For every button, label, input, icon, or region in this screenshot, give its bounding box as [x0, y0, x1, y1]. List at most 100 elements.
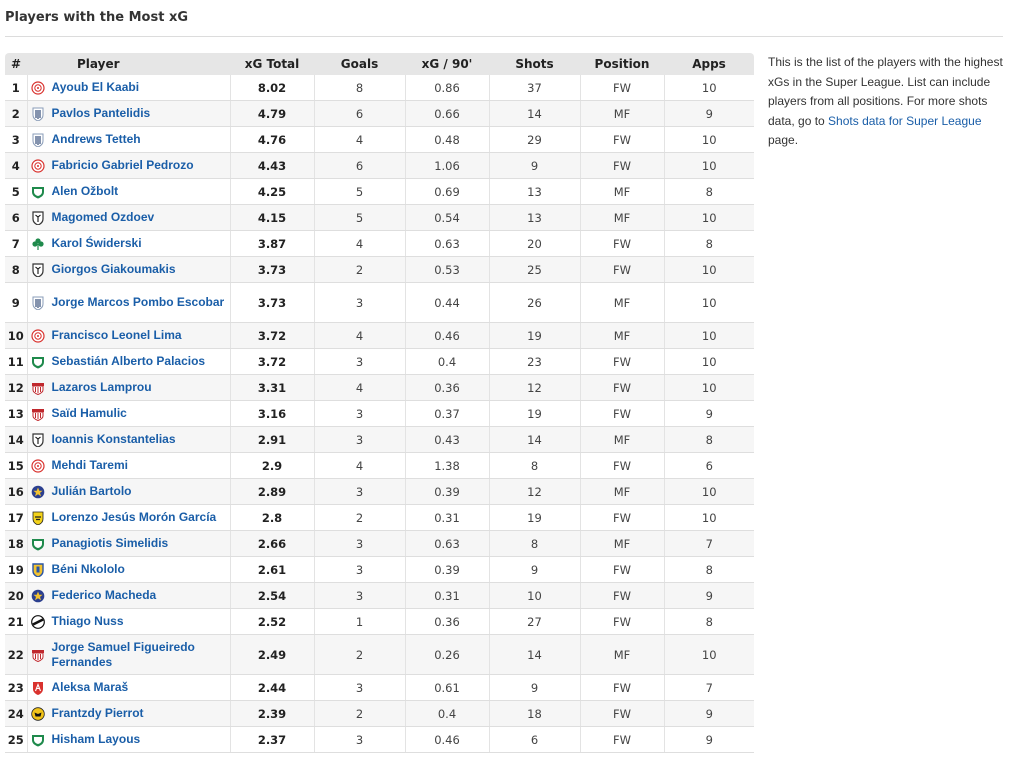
- header-xg-total[interactable]: xG Total: [230, 53, 314, 75]
- olympiacos-icon: [28, 328, 48, 344]
- goals-cell: 4: [314, 374, 406, 401]
- player-link[interactable]: Ioannis Konstantelias: [52, 432, 176, 447]
- position-cell: MF: [580, 478, 665, 505]
- apps-cell: 8: [664, 230, 754, 257]
- sidebar-text-after: page.: [768, 133, 799, 147]
- player-cell: Frantzdy Pierrot: [27, 700, 231, 727]
- goals-cell: 3: [314, 582, 406, 609]
- xg-per-90-cell: 1.38: [405, 452, 490, 479]
- header-xg-per-90[interactable]: xG / 90': [405, 53, 489, 75]
- player-cell: Hisham Layous: [27, 726, 231, 753]
- apps-cell: 10: [664, 256, 754, 283]
- player-link[interactable]: Francisco Leonel Lima: [52, 328, 182, 343]
- rank-cell: 25: [5, 726, 28, 753]
- player-link[interactable]: Frantzdy Pierrot: [52, 706, 144, 721]
- goals-cell: 2: [314, 504, 406, 531]
- shots-cell: 26: [489, 282, 581, 323]
- table-row: 21 Thiago Nuss 2.52 1 0.36 27 FW 8: [5, 608, 754, 635]
- shots-cell: 29: [489, 126, 581, 153]
- rank-cell: 21: [5, 608, 28, 635]
- goals-cell: 1: [314, 608, 406, 635]
- goals-cell: 4: [314, 230, 406, 257]
- rank-cell: 2: [5, 100, 28, 127]
- xg-total-cell: 4.25: [230, 178, 315, 205]
- shots-cell: 8: [489, 530, 581, 557]
- table-row: 5 Alen Ožbolt 4.25 5 0.69 13 MF 8: [5, 178, 754, 205]
- player-link[interactable]: Thiago Nuss: [52, 614, 124, 629]
- volos-icon: [28, 380, 48, 396]
- player-cell: Federico Macheda: [27, 582, 231, 609]
- player-cell: Panagiotis Simelidis: [27, 530, 231, 557]
- header-shots[interactable]: Shots: [489, 53, 580, 75]
- apps-cell: 10: [664, 348, 754, 375]
- xg-total-cell: 2.61: [230, 556, 315, 583]
- xg-total-cell: 2.54: [230, 582, 315, 609]
- goals-cell: 3: [314, 556, 406, 583]
- xg-total-cell: 3.72: [230, 348, 315, 375]
- player-link[interactable]: Magomed Ozdoev: [52, 210, 155, 225]
- player-cell: Magomed Ozdoev: [27, 204, 231, 231]
- player-link[interactable]: Panagiotis Simelidis: [52, 536, 169, 551]
- player-cell: Francisco Leonel Lima: [27, 322, 231, 349]
- player-link[interactable]: Pavlos Pantelidis: [52, 106, 151, 121]
- volos-icon: [28, 647, 48, 663]
- player-link[interactable]: Giorgos Giakoumakis: [52, 262, 176, 277]
- header-position[interactable]: Position: [580, 53, 664, 75]
- player-link[interactable]: Julián Bartolo: [52, 484, 132, 499]
- apps-cell: 10: [664, 204, 754, 231]
- player-link[interactable]: Karol Świderski: [52, 236, 142, 251]
- player-cell: Karol Świderski: [27, 230, 231, 257]
- xg-total-cell: 2.91: [230, 426, 315, 453]
- player-cell: Julián Bartolo: [27, 478, 231, 505]
- rank-cell: 16: [5, 478, 28, 505]
- player-link[interactable]: Jorge Marcos Pombo Escobar: [52, 295, 225, 310]
- player-link[interactable]: Sebastián Alberto Palacios: [52, 354, 206, 369]
- header-rank[interactable]: #: [5, 53, 27, 75]
- xg-per-90-cell: 0.4: [405, 348, 490, 375]
- xg-per-90-cell: 0.66: [405, 100, 490, 127]
- player-link[interactable]: Lorenzo Jesús Morón García: [52, 510, 217, 525]
- apps-cell: 10: [664, 634, 754, 675]
- shots-cell: 9: [489, 674, 581, 701]
- player-link[interactable]: Lazaros Lamprou: [52, 380, 152, 395]
- table-body: 1 Ayoub El Kaabi 8.02 8 0.86 37 FW 10 2 Pavlos Pa…: [5, 75, 754, 753]
- xg-total-cell: 2.37: [230, 726, 315, 753]
- header-player[interactable]: Player: [27, 53, 230, 75]
- xg-total-cell: 3.31: [230, 374, 315, 401]
- player-link[interactable]: Fabricio Gabriel Pedrozo: [52, 158, 194, 173]
- player-cell: Pavlos Pantelidis: [27, 100, 231, 127]
- position-cell: FW: [580, 452, 665, 479]
- player-link[interactable]: Béni Nkololo: [52, 562, 125, 577]
- apps-cell: 9: [664, 400, 754, 427]
- xg-total-cell: 3.73: [230, 256, 315, 283]
- player-link[interactable]: Ayoub El Kaabi: [52, 80, 140, 95]
- shots-cell: 14: [489, 426, 581, 453]
- player-cell: Fabricio Gabriel Pedrozo: [27, 152, 231, 179]
- rank-cell: 12: [5, 374, 28, 401]
- player-cell: Lazaros Lamprou: [27, 374, 231, 401]
- goals-cell: 6: [314, 152, 406, 179]
- shots-cell: 12: [489, 478, 581, 505]
- table-row: 24 Frantzdy Pierrot 2.39 2 0.4 18 FW 9: [5, 700, 754, 727]
- rank-cell: 20: [5, 582, 28, 609]
- header-goals[interactable]: Goals: [314, 53, 405, 75]
- rank-cell: 24: [5, 700, 28, 727]
- position-cell: FW: [580, 674, 665, 701]
- player-link[interactable]: Hisham Layous: [52, 732, 141, 747]
- shots-cell: 27: [489, 608, 581, 635]
- player-link[interactable]: Federico Macheda: [52, 588, 157, 603]
- player-link[interactable]: Andrews Tetteh: [52, 132, 141, 147]
- shots-cell: 8: [489, 452, 581, 479]
- header-apps[interactable]: Apps: [664, 53, 754, 75]
- player-link[interactable]: Aleksa Maraš: [52, 680, 129, 695]
- player-cell: Lorenzo Jesús Morón García: [27, 504, 231, 531]
- player-link[interactable]: Mehdi Taremi: [52, 458, 128, 473]
- player-link[interactable]: Jorge Samuel Figueiredo Fernandes: [52, 640, 230, 670]
- player-link[interactable]: Alen Ožbolt: [52, 184, 119, 199]
- xg-total-cell: 2.66: [230, 530, 315, 557]
- player-link[interactable]: Saïd Hamulic: [52, 406, 127, 421]
- goals-cell: 4: [314, 126, 406, 153]
- xg-per-90-cell: 1.06: [405, 152, 490, 179]
- shots-data-link[interactable]: Shots data for Super League: [828, 114, 981, 128]
- table-row: 18 Panagiotis Simelidis 2.66 3 0.63 8 MF 7: [5, 530, 754, 557]
